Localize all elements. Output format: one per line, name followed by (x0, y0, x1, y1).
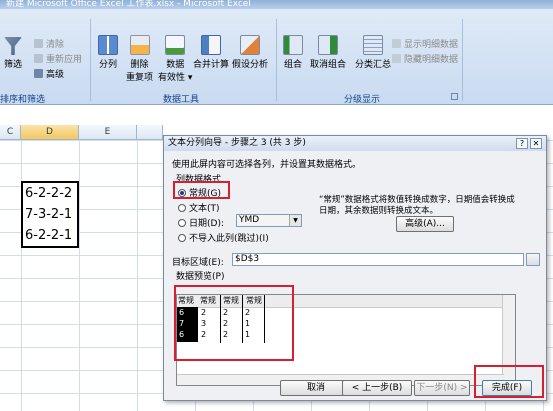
ribbon-separator (276, 19, 277, 101)
highlight-box (174, 285, 294, 361)
column-header-e[interactable]: E (79, 125, 137, 140)
reapply-button[interactable]: 重新应用 (34, 52, 82, 65)
remove-duplicates-button[interactable]: 删除 重复项 (126, 35, 153, 83)
subtotal-icon (363, 35, 383, 55)
group-label-data-tools: 数据工具 (163, 95, 200, 105)
remove-duplicates-icon (129, 35, 150, 55)
advanced-filter-icon (34, 69, 43, 78)
column-header-c[interactable]: C (0, 125, 21, 140)
funnel-icon (4, 37, 22, 55)
highlight-box (474, 365, 544, 398)
group-button[interactable]: 组合 (283, 35, 303, 70)
format-description-line2: 日期，其余数据则转换成文本。 (319, 206, 439, 216)
validation-icon (165, 35, 186, 55)
hide-detail-button[interactable]: 隐藏明细数据 (392, 52, 458, 65)
help-button[interactable]: ? (516, 138, 528, 149)
window-title: 新建 Microsoft Office Excel 工作表.xlsx - Mic… (0, 0, 553, 9)
dialog-launcher-icon[interactable] (451, 93, 458, 100)
consolidate-icon (201, 35, 221, 55)
destination-label: 目标区域(E): (172, 258, 224, 268)
radio-skip[interactable]: 不导入此列(跳过)(I) (178, 231, 269, 244)
filter-button[interactable]: 筛选 (4, 37, 22, 70)
text-to-columns-icon (98, 35, 118, 55)
back-button[interactable]: < 上一步(B) (342, 380, 412, 396)
radio-text[interactable]: 文本(T) (178, 201, 220, 214)
destination-input[interactable]: $D$3 (232, 253, 524, 266)
what-if-analysis-button[interactable]: 假设分析 (232, 35, 268, 70)
cell-d5[interactable]: 6-2-2-1 (23, 225, 77, 246)
ungroup-icon (318, 35, 338, 55)
cell-d3[interactable]: 6-2-2-2 (23, 183, 77, 204)
text-to-columns-dialog: 文本分列向导 - 步骤之 3 (共 3 步) ? ✕ 使用此屏内容可选择各列，并… (163, 135, 547, 401)
ungroup-button[interactable]: 取消组合 (310, 35, 346, 70)
next-button[interactable]: 下一步(N) > (414, 380, 470, 396)
subtotal-button[interactable]: 分类汇总 (355, 35, 391, 70)
preview-label: 数据预览(P) (176, 272, 225, 282)
radio-icon (178, 218, 186, 227)
consolidate-button[interactable]: 合并计算 (193, 35, 229, 70)
column-header-d[interactable]: D (21, 125, 79, 140)
highlight-box (173, 181, 230, 199)
hide-detail-icon (392, 54, 401, 63)
chevron-down-icon: ▼ (289, 215, 301, 226)
clear-icon (34, 39, 43, 48)
column-header[interactable] (137, 125, 163, 140)
text-to-columns-button[interactable]: 分列 (98, 35, 118, 70)
ribbon-separator (90, 19, 91, 101)
clear-filter-button[interactable]: 清除 (34, 37, 64, 50)
radio-icon (178, 203, 186, 212)
radio-icon (178, 233, 186, 242)
group-icon (283, 35, 303, 55)
close-button[interactable]: ✕ (530, 138, 542, 149)
what-if-icon (240, 35, 260, 55)
dialog-title: 文本分列向导 - 步骤之 3 (共 3 步) (164, 136, 546, 151)
ribbon-separator (462, 19, 463, 101)
show-detail-button[interactable]: 显示明细数据 (392, 37, 458, 50)
reapply-icon (34, 54, 43, 63)
selected-range[interactable]: 6-2-2-2 7-3-2-1 6-2-2-1 (21, 181, 79, 248)
ribbon: 筛选 清除 重新应用 高级 排序和筛选 分列 删除 重复项 数据 有效性 ▾ 合… (0, 9, 553, 105)
radio-date[interactable]: 日期(D): (178, 216, 224, 229)
group-label-sort-filter: 排序和筛选 (0, 95, 46, 105)
range-picker-icon[interactable] (526, 253, 540, 266)
cell-d4[interactable]: 7-3-2-1 (23, 204, 77, 225)
show-detail-icon (392, 39, 401, 48)
data-validation-button[interactable]: 数据 有效性 ▾ (158, 35, 192, 83)
date-format-select[interactable]: YMD ▼ (236, 214, 302, 227)
advanced-filter-button[interactable]: 高级 (34, 67, 64, 80)
group-label-outline: 分级显示 (344, 95, 381, 105)
advanced-button[interactable]: 高级(A)... (396, 216, 454, 232)
instruction-text: 使用此屏内容可选择各列，并设置其数据格式。 (172, 160, 362, 170)
